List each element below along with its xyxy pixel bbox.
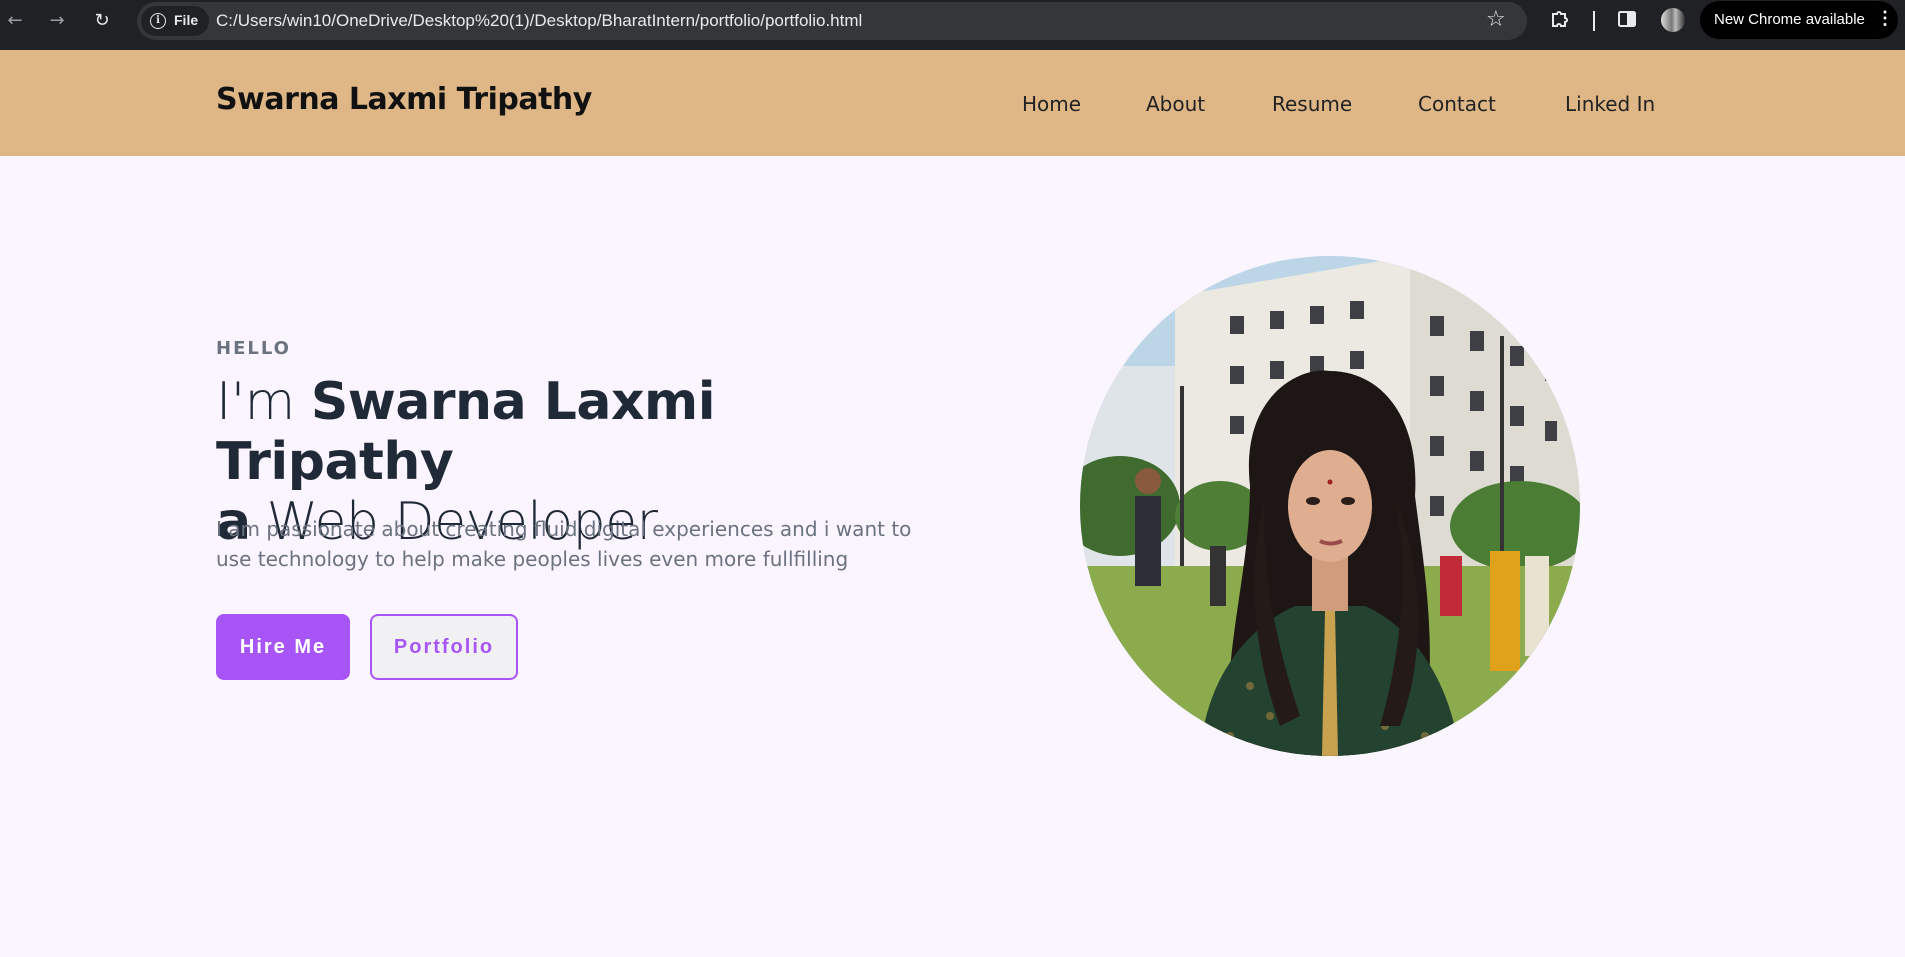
bookmark-star-icon[interactable]: ☆ [1486,7,1506,32]
toolbar-divider [1593,11,1595,31]
url-text[interactable]: C:/Users/win10/OneDrive/Desktop%20(1)/De… [216,11,862,31]
hero-description: I am passionate about creating fluid dig… [216,517,912,571]
nav-about[interactable]: About [1146,92,1205,116]
chrome-update-button[interactable]: New Chrome available ⋮ [1700,1,1898,39]
forward-icon[interactable]: → [44,8,70,34]
profile-avatar-icon[interactable] [1661,8,1685,32]
info-icon: i [150,13,166,29]
site-chip-label: File [174,12,199,28]
hire-me-button[interactable]: Hire Me [216,614,350,680]
nav-home[interactable]: Home [1022,92,1081,116]
site-header: Swarna Laxmi Tripathy Home About Resume … [0,50,1905,156]
nav-resume[interactable]: Resume [1272,92,1352,116]
site-info-chip[interactable]: i File [141,6,209,36]
update-label: New Chrome available [1714,11,1865,28]
site-logo[interactable]: Swarna Laxmi Tripathy [216,82,592,117]
kebab-menu-icon[interactable]: ⋮ [1876,9,1894,27]
profile-photo [1080,256,1580,756]
address-bar[interactable]: i File C:/Users/win10/OneDrive/Desktop%2… [137,2,1527,40]
reload-icon[interactable]: ↻ [89,8,115,34]
portfolio-button[interactable]: Portfolio [370,614,518,680]
headline-prefix: I'm [216,372,311,432]
hero-eyebrow: HELLO [216,338,291,359]
nav-contact[interactable]: Contact [1418,92,1496,116]
browser-toolbar: ← → ↻ i File C:/Users/win10/OneDrive/Des… [0,0,1905,50]
side-panel-icon[interactable] [1616,8,1638,35]
back-icon[interactable]: ← [2,8,28,34]
extensions-icon[interactable] [1549,8,1571,35]
nav-linkedin[interactable]: Linked In [1565,92,1655,116]
